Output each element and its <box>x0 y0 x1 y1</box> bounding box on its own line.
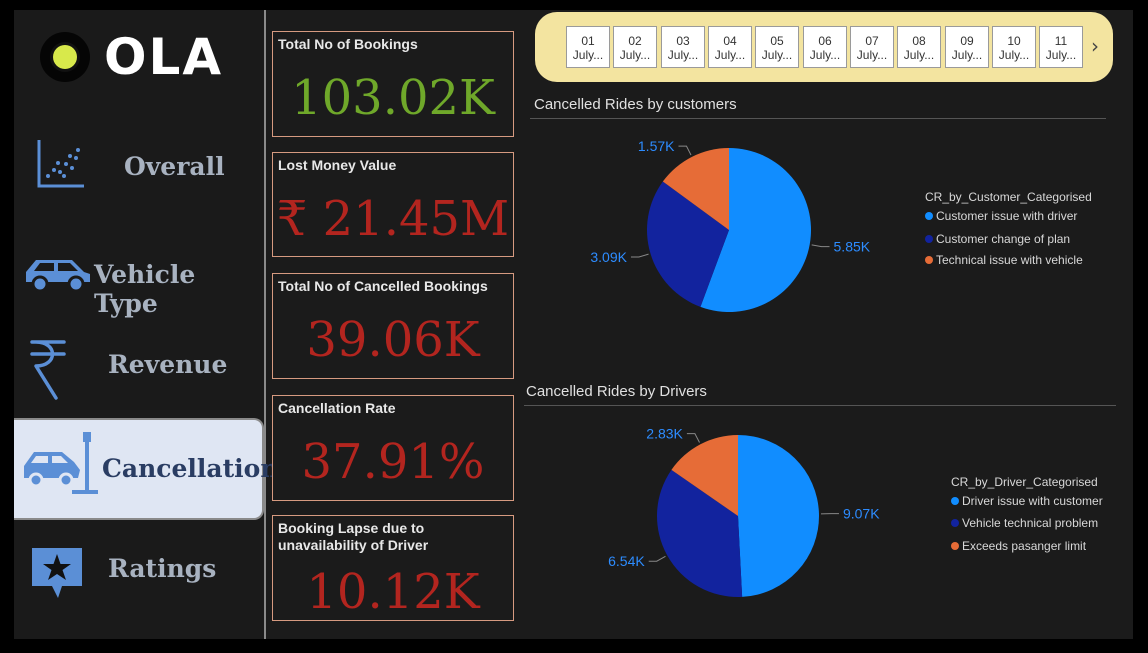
pie-slice[interactable] <box>738 435 820 597</box>
divider <box>530 118 1106 119</box>
nav-label-cancellation: Cancellation <box>102 454 279 483</box>
legend-item[interactable]: Customer issue with driver <box>925 209 1077 223</box>
date-tile[interactable]: 07 July... <box>850 26 894 68</box>
legend-title: CR_by_Driver_Categorised <box>951 475 1098 489</box>
legend-dot <box>925 235 933 243</box>
legend-dot <box>951 542 959 550</box>
data-label: 5.85K <box>834 239 871 255</box>
report-canvas: OLA Overall Vehicle Type Revenue Cancell… <box>14 10 1133 639</box>
nav-label-ratings: Ratings <box>108 554 217 583</box>
kpi-value: ₹ 21.45M <box>276 191 510 247</box>
data-label: 9.07K <box>843 506 880 522</box>
date-tile[interactable]: 01 July... <box>566 26 610 68</box>
nav-label-vehicle-type: Vehicle Type <box>94 260 196 318</box>
legend-item[interactable]: Driver issue with customer <box>951 494 1103 508</box>
chevron-right-icon[interactable]: › <box>1091 34 1099 58</box>
legend-dot <box>951 519 959 527</box>
date-tile[interactable]: 04 July... <box>708 26 752 68</box>
legend-dot <box>925 256 933 264</box>
star-review-icon <box>32 548 82 598</box>
leader-line <box>811 244 830 248</box>
kpi-card-total-bookings: Total No of Bookings 103.02K <box>272 31 514 137</box>
kpi-card-cancelled-bookings: Total No of Cancelled Bookings 39.06K <box>272 273 514 379</box>
scatter-chart-icon <box>37 140 84 188</box>
chart-title-drivers: Cancelled Rides by Drivers <box>526 383 707 400</box>
kpi-value: 39.06K <box>306 312 480 368</box>
date-tile[interactable]: 11 July... <box>1039 26 1083 68</box>
rupee-icon <box>30 340 66 400</box>
pie-chart-customers: 5.85K 3.09K 1.57K <box>590 138 871 312</box>
data-label: 3.09K <box>590 249 627 265</box>
pie-chart-drivers: 9.07K 6.54K 2.83K <box>608 426 880 597</box>
date-tile[interactable]: 05 July... <box>755 26 799 68</box>
legend-item[interactable]: Vehicle technical problem <box>951 516 1098 530</box>
legend-item[interactable]: Technical issue with vehicle <box>925 253 1083 267</box>
leader-line <box>630 253 649 258</box>
kpi-card-cancellation-rate: Cancellation Rate 37.91% <box>272 395 514 501</box>
date-tile[interactable]: 02 July... <box>613 26 657 68</box>
nav-overall[interactable]: Overall <box>14 120 264 218</box>
kpi-value: 10.12K <box>306 564 480 620</box>
kpi-title: Total No of Cancelled Bookings <box>278 278 488 294</box>
data-label: 2.83K <box>646 426 683 442</box>
kpi-card-booking-lapse: Booking Lapse due to unavailability of D… <box>272 515 514 621</box>
legend-dot <box>925 212 933 220</box>
nav-vehicle-type[interactable]: Vehicle Type <box>14 226 264 324</box>
data-label: 6.54K <box>608 553 645 569</box>
date-tile[interactable]: 06 July... <box>803 26 847 68</box>
kpi-card-lost-money: Lost Money Value ₹ 21.45M <box>272 152 514 257</box>
ola-logo: OLA <box>40 32 223 82</box>
leader-line <box>648 555 666 562</box>
leader-line <box>678 145 692 156</box>
kpi-title: Lost Money Value <box>278 157 397 173</box>
sidebar-nav: OLA Overall Vehicle Type Revenue Cancell… <box>14 10 279 639</box>
nav-ratings[interactable]: Ratings <box>14 522 264 620</box>
date-tile[interactable]: 09 July... <box>945 26 989 68</box>
logo-text: OLA <box>104 28 224 86</box>
date-tile[interactable]: 03 July... <box>661 26 705 68</box>
kpi-title: Booking Lapse due to unavailability of D… <box>278 520 429 553</box>
car-crash-icon <box>24 432 98 494</box>
leader-line <box>686 433 700 443</box>
nav-label-overall: Overall <box>124 152 225 181</box>
kpi-title: Total No of Bookings <box>278 36 418 52</box>
nav-cancellation[interactable]: Cancellation <box>14 418 279 520</box>
date-tile[interactable]: 10 July... <box>992 26 1036 68</box>
legend-title: CR_by_Customer_Categorised <box>925 190 1092 204</box>
divider <box>524 405 1116 406</box>
legend-item[interactable]: Exceeds pasanger limit <box>951 539 1086 553</box>
ola-logo-icon <box>40 32 90 82</box>
legend-item[interactable]: Customer change of plan <box>925 232 1070 246</box>
car-icon <box>26 260 90 293</box>
kpi-title: Cancellation Rate <box>278 400 396 416</box>
date-slicer: 01 July... 02 July... 03 July... 04 July... … <box>535 12 1113 82</box>
chart-title-customers: Cancelled Rides by customers <box>534 96 737 113</box>
nav-label-revenue: Revenue <box>108 350 228 379</box>
kpi-value: 37.91% <box>301 434 485 490</box>
nav-revenue[interactable]: Revenue <box>14 318 264 416</box>
data-label: 1.57K <box>638 138 675 154</box>
legend-dot <box>951 497 959 505</box>
kpi-value: 103.02K <box>291 70 495 126</box>
date-tile[interactable]: 08 July... <box>897 26 941 68</box>
